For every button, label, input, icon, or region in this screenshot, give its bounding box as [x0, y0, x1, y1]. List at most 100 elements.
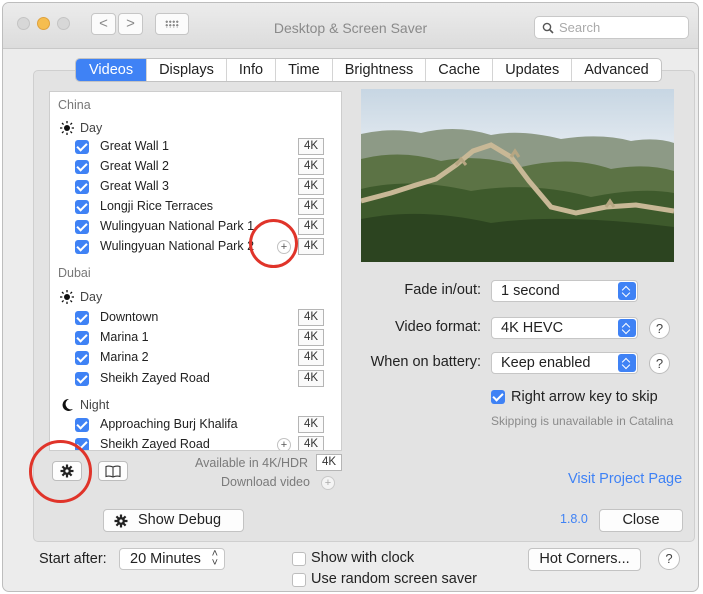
start-after-select[interactable]: 20 Minutes ˄ ˅ [119, 548, 225, 570]
checkbox[interactable] [75, 200, 89, 214]
right-arrow-skip-label[interactable]: Right arrow key to skip [511, 389, 658, 405]
list-item[interactable]: Approaching Burj Khalifa 4K [50, 415, 341, 435]
random-screensaver-label[interactable]: Use random screen saver [311, 571, 477, 587]
show-clock-checkbox[interactable] [292, 552, 306, 566]
search-placeholder: Search [559, 20, 601, 35]
search-field[interactable]: Search [534, 16, 689, 39]
close-button[interactable]: Close [599, 509, 683, 532]
video-name: Sheikh Zayed Road [100, 371, 210, 385]
tab-videos[interactable]: Videos [76, 59, 147, 81]
tab-displays[interactable]: Displays [146, 59, 226, 81]
download-plus-button[interactable]: + [277, 438, 291, 450]
video-name: Great Wall 2 [100, 159, 170, 173]
list-item[interactable]: Wulingyuan National Park 1 4K [50, 217, 341, 237]
4k-badge: 4K [298, 138, 324, 155]
video-name: Longji Rice Terraces [100, 199, 214, 213]
4k-hdr-badge: 4K [316, 454, 342, 471]
group-header-dubai: Dubai [58, 266, 91, 280]
video-name: Sheikh Zayed Road [100, 437, 210, 451]
list-item[interactable]: Downtown 4K [50, 308, 341, 328]
checkbox[interactable] [75, 180, 89, 194]
start-after-label: Start after: [39, 551, 107, 567]
video-name: Wulingyuan National Park 1 [100, 219, 255, 233]
checkbox[interactable] [75, 351, 89, 365]
annotation-circle [29, 440, 92, 503]
download-video-button[interactable]: + [321, 476, 335, 490]
tab-info[interactable]: Info [225, 59, 275, 81]
download-video-label: Download video [221, 475, 310, 489]
format-value: 4K HEVC [501, 320, 564, 336]
moon-icon [62, 398, 73, 411]
checkbox[interactable] [75, 160, 89, 174]
checkbox[interactable] [75, 220, 89, 234]
checkbox[interactable] [75, 418, 89, 432]
book-icon [105, 465, 121, 478]
fade-value: 1 second [501, 283, 560, 299]
tab-advanced[interactable]: Advanced [571, 59, 661, 81]
battery-value: Keep enabled [501, 355, 591, 371]
tab-updates[interactable]: Updates [492, 59, 571, 81]
skip-note: Skipping is unavailable in Catalina [491, 414, 674, 428]
section-label: Day [80, 290, 103, 304]
show-clock-label[interactable]: Show with clock [311, 550, 414, 566]
title-bar: < > Desktop & Screen Saver Search [3, 3, 698, 49]
visit-project-link[interactable]: Visit Project Page [568, 471, 682, 487]
list-item[interactable]: Great Wall 1 4K [50, 137, 341, 157]
section-label: Day [80, 121, 103, 135]
video-format-select[interactable]: 4K HEVC [491, 317, 638, 339]
checkbox[interactable] [75, 140, 89, 154]
help-button[interactable]: ? [658, 548, 680, 570]
sun-icon [60, 121, 74, 135]
tab-bar: Videos Displays Info Time Brightness Cac… [75, 58, 662, 82]
battery-label: When on battery: [370, 354, 481, 370]
video-name: Wulingyuan National Park 2 [100, 239, 255, 253]
updown-arrows-icon [618, 319, 636, 337]
preferences-window: < > Desktop & Screen Saver Search Videos… [2, 2, 699, 592]
section-header-day: Day [60, 290, 102, 304]
list-item[interactable]: Great Wall 2 4K [50, 157, 341, 177]
hot-corners-button[interactable]: Hot Corners... [528, 548, 641, 571]
section-header-day: Day [60, 121, 102, 135]
video-preview-image [361, 89, 674, 262]
4k-badge: 4K [298, 329, 324, 346]
right-arrow-skip-checkbox[interactable] [491, 390, 505, 404]
checkbox[interactable] [75, 372, 89, 386]
battery-select[interactable]: Keep enabled [491, 352, 638, 374]
4k-badge: 4K [298, 416, 324, 433]
checkbox[interactable] [75, 311, 89, 325]
battery-help-button[interactable]: ? [649, 353, 670, 374]
video-name: Great Wall 3 [100, 179, 170, 193]
format-help-button[interactable]: ? [649, 318, 670, 339]
4k-badge: 4K [298, 218, 324, 235]
checkbox[interactable] [75, 331, 89, 345]
fade-select[interactable]: 1 second [491, 280, 638, 302]
tab-cache[interactable]: Cache [425, 59, 492, 81]
4k-badge: 4K [298, 238, 324, 255]
random-screensaver-checkbox[interactable] [292, 573, 306, 587]
tab-brightness[interactable]: Brightness [331, 59, 426, 81]
great-wall-landscape-image [361, 128, 674, 262]
tab-time[interactable]: Time [275, 59, 332, 81]
fade-label: Fade in/out: [404, 282, 481, 298]
list-item[interactable]: Longji Rice Terraces 4K [50, 197, 341, 217]
4k-badge: 4K [298, 178, 324, 195]
video-name: Marina 1 [100, 330, 149, 344]
list-item[interactable]: Sheikh Zayed Road 4K [50, 369, 341, 389]
4k-badge: 4K [298, 349, 324, 366]
checkbox[interactable] [75, 240, 89, 254]
group-header-china: China [58, 98, 91, 112]
list-item[interactable]: Great Wall 3 4K [50, 177, 341, 197]
info-book-button[interactable] [98, 461, 128, 481]
show-debug-label: Show Debug [138, 512, 222, 528]
list-item[interactable]: Sheikh Zayed Road +4K [50, 435, 341, 451]
show-debug-button[interactable]: Show Debug [103, 509, 244, 532]
list-item[interactable]: Marina 1 4K [50, 328, 341, 348]
list-item[interactable]: Marina 2 4K [50, 348, 341, 368]
video-name: Downtown [100, 310, 159, 324]
updown-arrows-icon: ˄ ˅ [211, 548, 218, 569]
section-label: Night [80, 398, 110, 412]
updown-arrows-icon [618, 282, 636, 300]
gear-icon [114, 514, 128, 528]
4k-badge: 4K [298, 370, 324, 387]
video-list[interactable]: China Day Great Wall 1 4K Great Wall 2 4K … [49, 91, 342, 451]
